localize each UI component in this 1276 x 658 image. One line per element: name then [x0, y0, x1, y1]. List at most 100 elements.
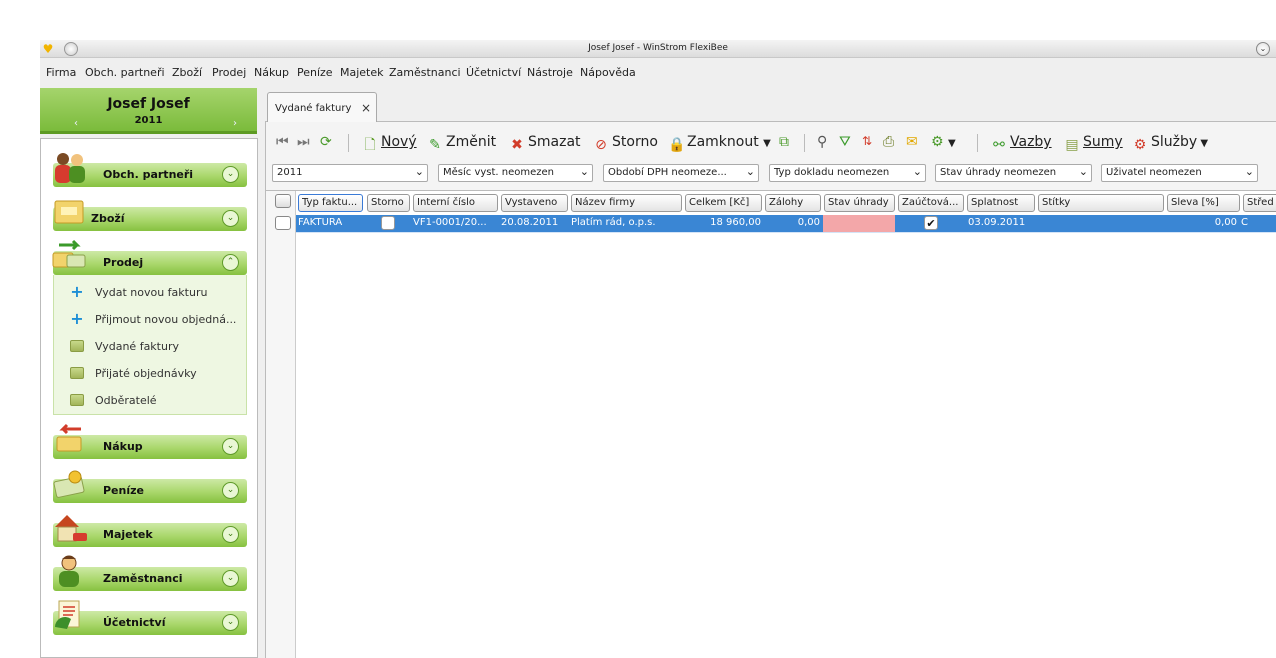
menu-zbozi[interactable]: Zboží: [172, 66, 202, 79]
sums-button[interactable]: ▤ Sumy: [1064, 134, 1122, 154]
links-button[interactable]: ⚯ Vazby: [991, 134, 1051, 154]
storno-button[interactable]: ⊘ Storno: [593, 134, 658, 154]
search-icon[interactable]: ⚲: [817, 134, 827, 154]
navigation-panel: Obch. partneři ⌄ Zboží ⌄ Prodej ⌃ + Vyda…: [40, 138, 258, 658]
menu-napoveda[interactable]: Nápověda: [580, 66, 636, 79]
user-name: Josef Josef: [107, 96, 190, 112]
menu-prodej[interactable]: Prodej: [212, 66, 246, 79]
expand-icon[interactable]: ⌄: [222, 166, 239, 183]
menu-ucetnictvi[interactable]: Účetnictví: [466, 66, 521, 79]
filter-bar: 2011 ⌄ Měsíc vyst. neomezen ⌄ Období DPH n…: [266, 164, 1276, 184]
folder-icon: [70, 367, 84, 379]
links-icon: ⚯: [993, 137, 1005, 153]
menu-nastroje[interactable]: Nástroje: [527, 66, 573, 79]
nav-section-zamestnanci[interactable]: Zaměstnanci ⌄: [53, 555, 247, 591]
expand-icon[interactable]: ⌄: [222, 210, 239, 227]
year-filter[interactable]: 2011 ⌄: [272, 164, 428, 182]
filter-icon[interactable]: ⛛: [839, 134, 851, 154]
nav-section-ucetnictvi[interactable]: Účetnictví ⌄: [53, 600, 247, 635]
nav-section-label: Zaměstnanci: [103, 572, 183, 585]
payment-status-filter[interactable]: Stav úhrady neomezen ⌄: [935, 164, 1092, 182]
column-header[interactable]: Stav úhrady: [824, 194, 895, 212]
nav-section-nakup[interactable]: Nákup ⌄: [53, 423, 247, 459]
tab-vydane-faktury[interactable]: Vydané faktury ×: [267, 92, 377, 123]
column-header[interactable]: Střed: [1243, 194, 1276, 212]
nav-item-prijmout-objednavku[interactable]: + Přijmout novou objedná...: [70, 311, 250, 328]
chevron-down-icon: ⌄: [1244, 165, 1254, 178]
nav-section-zbozi[interactable]: Zboží ⌄: [53, 200, 247, 231]
nav-section-penize[interactable]: Peníze ⌄: [53, 470, 247, 503]
tab-content: ⏮ ⏭ ⟳ 🗋 Nový ✎ Změnit ✖ Smazat ⊘ Storno 🔒 Zam…: [265, 122, 1276, 658]
storno-checkbox[interactable]: [381, 216, 395, 230]
nav-section-label: Obch. partneři: [103, 168, 194, 181]
nav-item-odberatele[interactable]: Odběratelé: [70, 393, 250, 409]
nav-section-label: Majetek: [103, 528, 153, 541]
column-header[interactable]: Interní číslo: [413, 194, 498, 212]
nav-item-vydane-faktury[interactable]: Vydané faktury: [70, 339, 250, 355]
menu-nakup[interactable]: Nákup: [254, 66, 289, 79]
column-header[interactable]: Zaúčtová...: [898, 194, 964, 212]
zauctovano-checkbox[interactable]: ✔: [924, 216, 938, 230]
column-header[interactable]: Splatnost: [967, 194, 1035, 212]
window-title: Josef Josef - WinStrom FlexiBee: [588, 43, 728, 53]
column-header[interactable]: Zálohy: [765, 194, 821, 212]
column-header[interactable]: Vystaveno: [501, 194, 568, 212]
expand-icon[interactable]: ⌄: [222, 438, 239, 455]
edit-button[interactable]: ✎ Změnit: [427, 134, 496, 154]
sort-icon[interactable]: ⇅: [862, 134, 872, 154]
refresh-icon[interactable]: ⟳: [320, 134, 332, 154]
nav-item-vydat-fakturu[interactable]: + Vydat novou fakturu: [70, 284, 250, 301]
last-record-icon[interactable]: ⏭: [297, 134, 310, 154]
nav-section-prodej[interactable]: Prodej ⌃: [52, 239, 247, 275]
vat-period-filter[interactable]: Období DPH neomeze... ⌄: [603, 164, 759, 182]
nav-section-label: Zboží: [91, 212, 125, 225]
nav-section-majetek[interactable]: Majetek ⌄: [53, 515, 247, 547]
expand-icon[interactable]: ⌄: [222, 614, 239, 631]
column-header[interactable]: Sleva [%]: [1167, 194, 1240, 212]
menu-obch-partneri[interactable]: Obch. partneři: [85, 66, 165, 79]
expand-icon[interactable]: ⌄: [222, 570, 239, 587]
toolbar-separator: [977, 134, 978, 152]
column-header[interactable]: Název firmy: [571, 194, 682, 212]
column-header[interactable]: Štítky: [1038, 194, 1164, 212]
user-filter[interactable]: Uživatel neomezen ⌄: [1101, 164, 1258, 182]
menu-majetek[interactable]: Majetek: [340, 66, 384, 79]
nav-item-prijate-objednavky[interactable]: Přijaté objednávky: [70, 366, 250, 382]
nav-section-label: Účetnictví: [103, 616, 166, 629]
collapse-icon[interactable]: ⌃: [222, 254, 239, 271]
window-menu-icon[interactable]: ⌄: [1256, 42, 1270, 56]
first-record-icon[interactable]: ⏮: [276, 134, 289, 154]
actions-icon[interactable]: ⚙ ▼: [931, 134, 956, 154]
cell-interni-cislo: VF1-0001/20...: [413, 217, 487, 228]
services-button[interactable]: ⚙ Služby ▼: [1132, 134, 1208, 154]
lock-icon: 🔒: [668, 137, 686, 153]
sums-icon: ▤: [1065, 137, 1079, 153]
column-header[interactable]: Celkem [Kč]: [685, 194, 762, 212]
close-tab-icon[interactable]: ×: [361, 101, 371, 115]
cell-nazev-firmy: Platím rád, o.p.s.: [571, 217, 656, 228]
table-row[interactable]: FAKTURA VF1-0001/20... 20.08.2011 Platím…: [296, 215, 1276, 232]
lock-button[interactable]: 🔒 Zamknout ▼: [668, 134, 771, 154]
menu-firma[interactable]: Firma: [46, 66, 76, 79]
row-checkbox[interactable]: [275, 216, 291, 230]
money-icon: [53, 470, 85, 498]
new-button[interactable]: 🗋 Nový: [362, 134, 416, 154]
nav-section-obch-partneri[interactable]: Obch. partneři ⌄: [53, 153, 247, 187]
delete-button[interactable]: ✖ Smazat: [509, 134, 580, 154]
expand-icon[interactable]: ⌄: [222, 526, 239, 543]
email-icon[interactable]: ✉: [906, 134, 918, 154]
cell-sleva: 0,00: [1214, 217, 1237, 228]
print-icon[interactable]: ⎙: [883, 134, 894, 154]
menu-zamestnanci[interactable]: Zaměstnanci: [389, 66, 461, 79]
month-filter[interactable]: Měsíc vyst. neomezen ⌄: [438, 164, 593, 182]
partners-icon: [55, 153, 85, 183]
previous-year-button[interactable]: ‹: [74, 118, 78, 129]
menu-penize[interactable]: Peníze: [297, 66, 333, 79]
column-header[interactable]: Typ faktu...: [298, 194, 363, 212]
column-header[interactable]: Storno: [367, 194, 410, 212]
expand-icon[interactable]: ⌄: [222, 482, 239, 499]
document-type-filter[interactable]: Typ dokladu neomezen ⌄: [769, 164, 926, 182]
next-year-button[interactable]: ›: [233, 118, 237, 129]
accounting-year: 2011: [134, 115, 163, 126]
copy-icon[interactable]: ⧉: [779, 134, 789, 154]
